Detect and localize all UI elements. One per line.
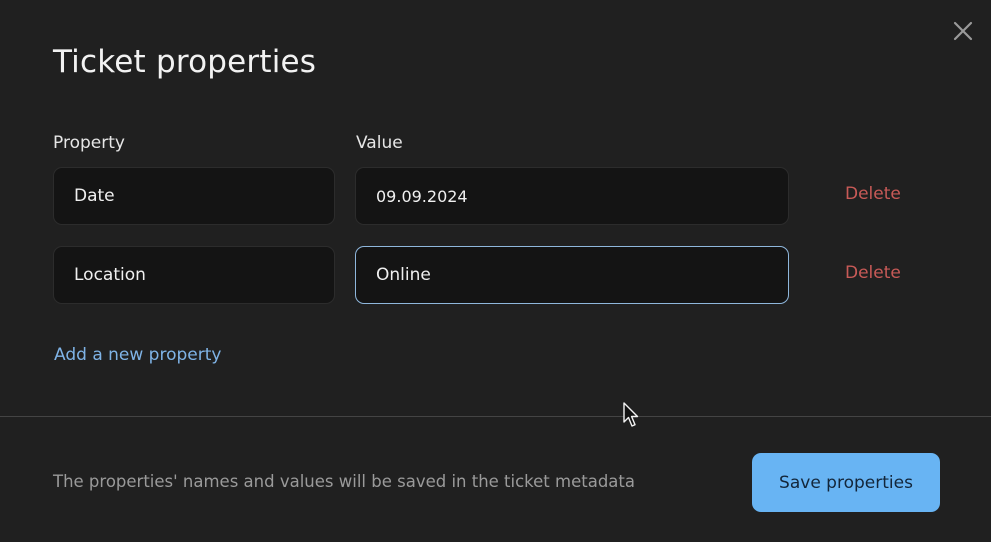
property-row: Delete — [0, 246, 991, 306]
add-property-link[interactable]: Add a new property — [54, 345, 221, 365]
close-icon[interactable] — [950, 18, 976, 44]
mouse-pointer-icon — [623, 402, 639, 428]
property-column-label: Property — [53, 133, 125, 153]
delete-property-button[interactable]: Delete — [845, 184, 901, 204]
delete-property-button[interactable]: Delete — [845, 263, 901, 283]
value-column-label: Value — [356, 133, 403, 153]
dialog-title: Ticket properties — [53, 44, 317, 80]
save-properties-button[interactable]: Save properties — [752, 453, 940, 512]
property-value-input[interactable] — [355, 246, 789, 304]
footer-note: The properties' names and values will be… — [53, 472, 635, 491]
footer-divider — [0, 416, 991, 417]
property-value-input[interactable] — [355, 167, 789, 225]
property-name-input[interactable] — [53, 246, 335, 304]
ticket-properties-dialog: Ticket properties Property Value Delete … — [0, 0, 991, 542]
property-row: Delete — [0, 167, 991, 227]
property-name-input[interactable] — [53, 167, 335, 225]
